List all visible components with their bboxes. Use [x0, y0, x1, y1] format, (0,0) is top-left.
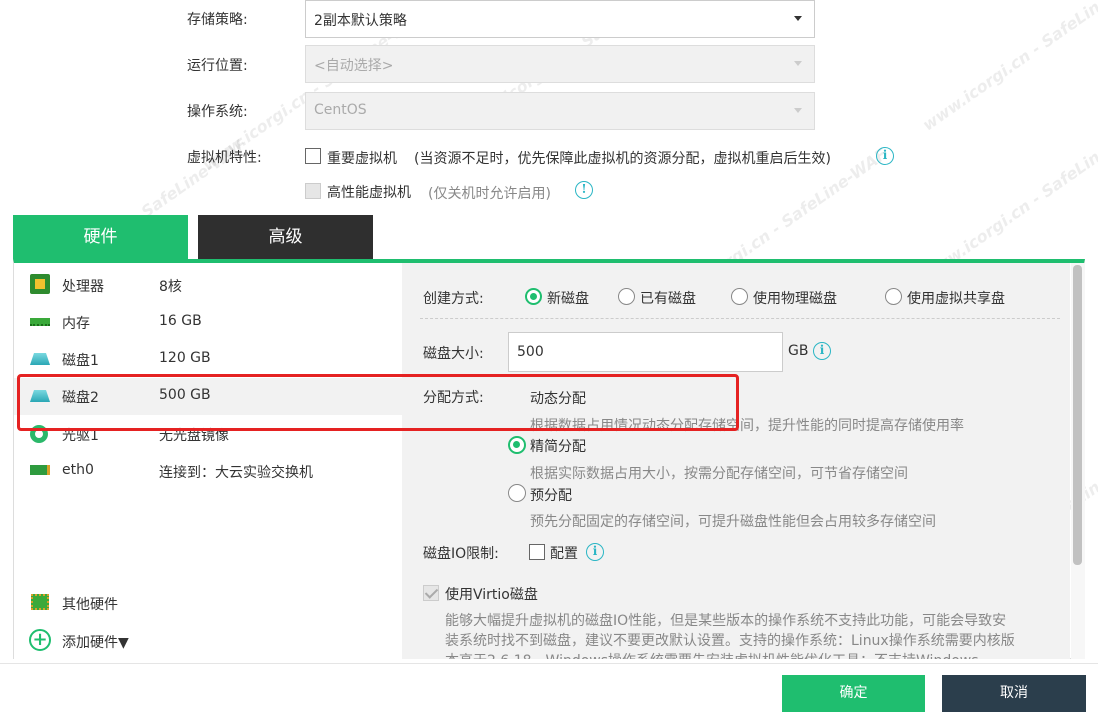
tab-advanced[interactable]: 高级	[198, 215, 373, 259]
hw-value: 连接到：大云实验交换机	[159, 465, 313, 481]
radio-new-disk-label: 新磁盘	[547, 291, 589, 307]
virtio-desc: 装系统时找不到磁盘，建议不要更改默认设置。支持的操作系统：Linux操作系统需要…	[445, 633, 1015, 649]
divider	[420, 318, 1060, 319]
storage-policy-select[interactable]: 2副本默认策略	[305, 0, 815, 38]
radio-alloc-prealloc[interactable]	[508, 484, 526, 502]
storage-policy-label: 存储策略:	[187, 12, 248, 28]
add-hardware-button[interactable]: 添加硬件▼	[62, 632, 129, 652]
hw-name: 内存	[62, 316, 90, 332]
hw-value: 8核	[159, 279, 182, 295]
radio-existing-disk-label: 已有磁盘	[640, 291, 696, 307]
hw-name: eth0	[62, 462, 94, 478]
disk-size-value: 500	[517, 344, 544, 360]
hw-name: 处理器	[62, 279, 104, 295]
io-config-label: 配置	[550, 546, 578, 562]
add-icon[interactable]: +	[29, 629, 51, 651]
chevron-down-icon	[794, 108, 802, 113]
memory-icon	[30, 318, 50, 326]
important-vm-label: 重要虚拟机	[327, 151, 397, 167]
chevron-down-icon	[794, 61, 802, 66]
hw-name: 磁盘1	[62, 353, 99, 369]
alloc-thin-label: 精简分配	[530, 439, 586, 455]
disk-size-input[interactable]: 500	[508, 332, 783, 372]
other-hardware-label[interactable]: 其他硬件	[62, 594, 118, 614]
alloc-prealloc-label: 预分配	[530, 488, 572, 504]
high-perf-note: (仅关机时允许启用)	[428, 186, 551, 202]
storage-policy-value: 2副本默认策略	[314, 13, 407, 29]
os-label: 操作系统:	[187, 104, 248, 120]
scrollbar-thumb[interactable]	[1073, 265, 1082, 565]
disk-icon	[30, 353, 50, 365]
radio-shared-disk-label: 使用虚拟共享盘	[907, 291, 1005, 307]
chevron-down-icon	[794, 16, 802, 21]
cancel-button[interactable]: 取消	[942, 675, 1086, 712]
os-select: CentOS	[305, 92, 815, 130]
hw-value: 16 GB	[159, 313, 202, 329]
alloc-thin-desc: 根据实际数据占用大小，按需分配存储空间，可节省存储空间	[530, 466, 908, 482]
virtio-checkbox	[423, 585, 439, 601]
disk-size-label: 磁盘大小:	[423, 346, 484, 362]
info-icon[interactable]: i	[586, 543, 604, 561]
virtio-desc: 能够大幅提升虚拟机的磁盘IO性能，但是某些版本的操作系统不支持此功能，可能会导致…	[445, 613, 1007, 629]
io-config-checkbox[interactable]	[529, 544, 545, 560]
radio-physical-disk-label: 使用物理磁盘	[753, 291, 837, 307]
highlight-box	[17, 374, 739, 431]
tab-hardware[interactable]: 硬件	[13, 215, 188, 259]
radio-alloc-thin[interactable]	[508, 436, 526, 454]
alloc-prealloc-desc: 预先分配固定的存储空间，可提升磁盘性能但会占用较多存储空间	[530, 514, 936, 530]
run-location-select: <自动选择>	[305, 45, 815, 83]
important-vm-note: (当资源不足时，优先保障此虚拟机的资源分配，虚拟机重启后生效)	[414, 151, 831, 167]
info-icon[interactable]: !	[575, 181, 593, 199]
footer-bar	[0, 663, 1098, 712]
run-location-label: 运行位置:	[187, 58, 248, 74]
disk-io-label: 磁盘IO限制:	[423, 546, 499, 562]
radio-new-disk[interactable]	[525, 288, 542, 305]
radio-physical-disk[interactable]	[731, 288, 748, 305]
info-icon[interactable]: i	[876, 147, 894, 165]
high-perf-vm-label: 高性能虚拟机	[327, 185, 411, 201]
create-mode-label: 创建方式:	[423, 291, 484, 307]
run-location-placeholder: <自动选择>	[314, 58, 394, 74]
scrollbar-track[interactable]	[1071, 263, 1085, 659]
important-vm-checkbox[interactable]	[305, 148, 321, 164]
info-icon[interactable]: i	[813, 342, 831, 360]
radio-existing-disk[interactable]	[618, 288, 635, 305]
watermark: www.icorgi.cn - SafeLine-WAF	[918, 0, 1098, 135]
radio-shared-disk[interactable]	[885, 288, 902, 305]
hw-row-cpu[interactable]: 处理器 8核	[14, 267, 402, 304]
os-value: CentOS	[314, 102, 367, 118]
virtio-desc: 本高于2.6.18，Windows操作系统需要先安装虚拟机性能优化工具；不支持W…	[445, 650, 979, 659]
hw-row-disk1[interactable]: 磁盘1 120 GB	[14, 341, 402, 378]
high-perf-vm-checkbox	[305, 183, 321, 199]
hw-value: 120 GB	[159, 350, 211, 366]
cpu-icon	[30, 274, 50, 294]
virtio-label: 使用Virtio磁盘	[445, 587, 538, 603]
other-hardware-icon	[31, 594, 49, 610]
nic-icon	[30, 465, 50, 475]
hw-row-memory[interactable]: 内存 16 GB	[14, 304, 402, 341]
ok-button[interactable]: 确定	[782, 675, 925, 712]
hw-row-eth0[interactable]: eth0 连接到：大云实验交换机	[14, 453, 402, 490]
vm-features-label: 虚拟机特性:	[187, 150, 262, 166]
disk-size-unit: GB	[788, 343, 809, 359]
